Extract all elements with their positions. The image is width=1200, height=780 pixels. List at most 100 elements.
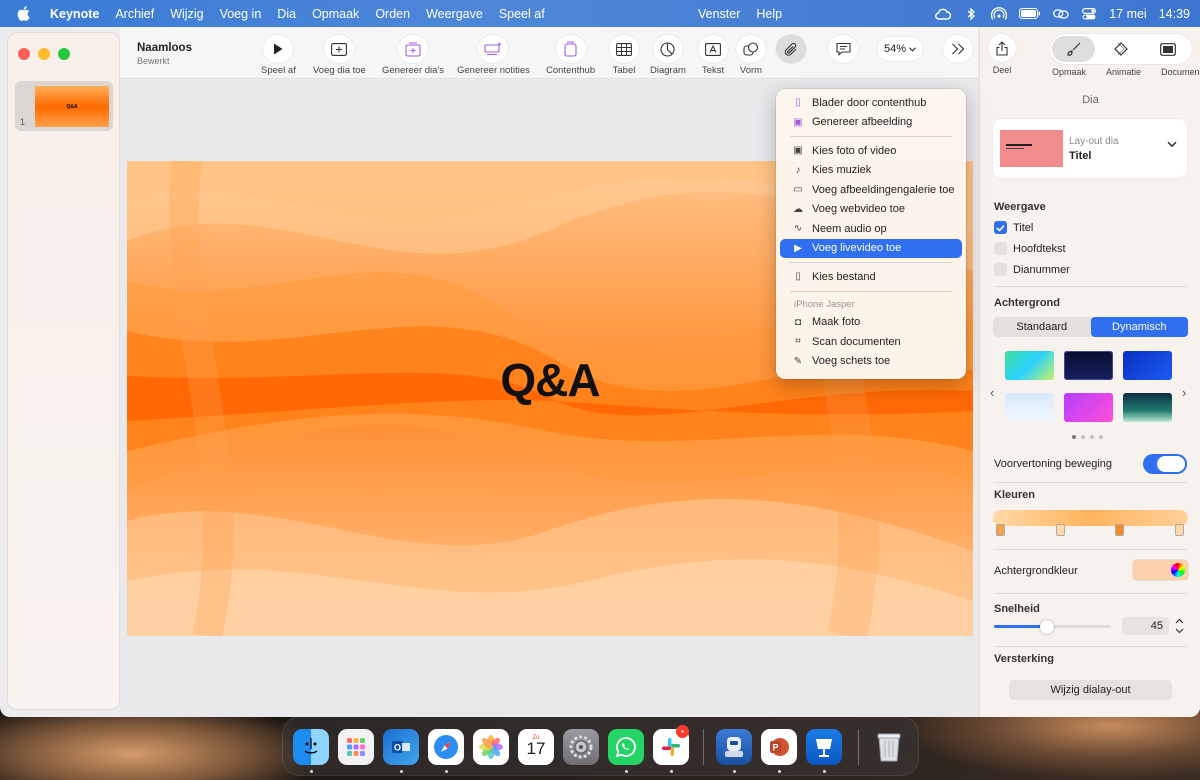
motion-preview-toggle[interactable] xyxy=(1143,454,1187,474)
speed-input[interactable]: 45 xyxy=(1122,617,1169,635)
change-layout-button[interactable]: Wijzig dialay-out xyxy=(1009,680,1172,700)
color-stop-handle[interactable] xyxy=(1056,524,1065,536)
menu-app-name[interactable]: Keynote xyxy=(50,7,99,21)
checkbox-body[interactable]: Hoofdtekst xyxy=(994,242,1066,255)
menu-item-scan-documents[interactable]: ⌗ Scan documenten xyxy=(780,332,962,352)
screen-sharing-icon[interactable] xyxy=(716,729,752,765)
share-button[interactable]: Deel xyxy=(988,34,1016,75)
menu-item-add-live-video[interactable]: ▶ Voeg livevideo toe xyxy=(780,238,962,258)
whatsapp-icon[interactable] xyxy=(608,729,644,765)
menu-item-choose-photo-video[interactable]: ▣ Kies foto of video xyxy=(780,141,962,161)
minimize-window-button[interactable] xyxy=(38,48,50,60)
menu-item-generate-image[interactable]: ▣ Genereer afbeelding xyxy=(780,113,962,133)
chevron-left-icon[interactable]: ‹ xyxy=(990,385,994,400)
shape-button[interactable]: Vorm xyxy=(736,35,766,76)
play-button[interactable]: Speel af xyxy=(261,35,296,76)
zoom-dropdown[interactable]: 54% xyxy=(877,37,923,61)
slide-thumbnail-selected[interactable]: 1 Q&A xyxy=(15,81,113,131)
menu-item-choose-file[interactable]: ▯ Kies bestand xyxy=(780,267,962,287)
photos-icon[interactable] xyxy=(473,729,509,765)
zoom-window-button[interactable] xyxy=(58,48,70,60)
bg-mode-standard[interactable]: Standaard xyxy=(993,317,1091,337)
slide-layout-picker[interactable]: Lay-out dia Titel xyxy=(993,119,1187,178)
more-tools-button[interactable] xyxy=(943,35,973,63)
menu-item-record-audio[interactable]: ∿ Neem audio op xyxy=(780,219,962,239)
calendar-icon[interactable]: Zo 17 xyxy=(518,729,554,765)
system-settings-icon[interactable] xyxy=(563,729,599,765)
menu-item-add-image-gallery[interactable]: ▭ Voeg afbeeldingengalerie toe xyxy=(780,180,962,200)
generate-slides-button[interactable]: Genereer dia's xyxy=(382,35,444,76)
launchpad-icon[interactable] xyxy=(338,729,374,765)
chart-button[interactable]: Diagram xyxy=(650,35,686,76)
text-button[interactable]: Tekst xyxy=(698,35,728,76)
speed-stepper[interactable] xyxy=(1172,615,1186,637)
airdrop-icon[interactable] xyxy=(991,6,1008,21)
menu-archief[interactable]: Archief xyxy=(115,7,154,21)
menu-item-browse-contenthub[interactable]: ▯ Blader door contenthub xyxy=(780,93,962,113)
screen-mirroring-icon[interactable] xyxy=(1053,7,1069,21)
dynamic-bg-swatch[interactable] xyxy=(1123,351,1172,380)
menu-item-add-web-video[interactable]: ☁ Voeg webvideo toe xyxy=(780,200,962,220)
menu-venster[interactable]: Venster xyxy=(698,7,740,21)
slide-thumbnail[interactable]: Q&A xyxy=(35,86,109,127)
menu-opmaak[interactable]: Opmaak xyxy=(312,7,359,21)
menu-item-choose-music[interactable]: ♪ Kies muziek xyxy=(780,161,962,181)
tab-format[interactable] xyxy=(1052,36,1096,62)
menu-voeg-in[interactable]: Voeg in xyxy=(220,7,262,21)
dynamic-bg-swatch[interactable] xyxy=(1005,351,1054,380)
page-dot[interactable] xyxy=(1081,435,1085,439)
generate-notes-button[interactable]: Genereer notities xyxy=(457,35,530,76)
menu-wijzig[interactable]: Wijzig xyxy=(170,7,203,21)
add-slide-button[interactable]: Voeg dia toe xyxy=(313,35,366,76)
page-dot[interactable] xyxy=(1099,435,1103,439)
bg-color-well[interactable] xyxy=(1133,560,1188,580)
battery-icon[interactable] xyxy=(1019,7,1041,21)
safari-icon[interactable] xyxy=(428,729,464,765)
menu-help[interactable]: Help xyxy=(756,7,782,21)
document-title[interactable]: Naamloos xyxy=(137,42,192,54)
trash-icon[interactable] xyxy=(871,729,907,765)
bg-mode-dynamic[interactable]: Dynamisch xyxy=(1090,317,1188,337)
menu-orden[interactable]: Orden xyxy=(375,7,410,21)
menu-item-add-sketch[interactable]: ✎ Voeg schets toe xyxy=(780,352,962,372)
menu-weergave[interactable]: Weergave xyxy=(426,7,483,21)
dynamic-bg-swatch[interactable] xyxy=(1064,351,1113,380)
control-center-icon[interactable] xyxy=(1081,7,1097,21)
menu-item-take-photo[interactable]: ◘ Maak foto xyxy=(780,313,962,333)
menu-dia[interactable]: Dia xyxy=(277,7,296,21)
keynote-icon[interactable] xyxy=(806,729,842,765)
media-button[interactable] xyxy=(776,35,806,63)
page-dot[interactable] xyxy=(1072,435,1076,439)
color-gradient-bar[interactable] xyxy=(993,510,1188,526)
menubar-date[interactable]: 17 mei xyxy=(1109,7,1147,21)
page-dot[interactable] xyxy=(1090,435,1094,439)
checkbox-title[interactable]: Titel xyxy=(994,221,1033,234)
comment-button[interactable] xyxy=(828,35,858,63)
outlook-icon[interactable]: O xyxy=(383,729,419,765)
close-window-button[interactable] xyxy=(18,48,30,60)
apple-icon[interactable] xyxy=(14,5,32,23)
dynamic-bg-swatch[interactable] xyxy=(1064,393,1113,422)
chevron-down-icon[interactable] xyxy=(1175,628,1184,634)
dynamic-bg-swatch[interactable] xyxy=(1005,393,1054,422)
speed-slider-knob[interactable] xyxy=(1039,620,1054,634)
checkbox-slide-number[interactable]: Dianummer xyxy=(994,263,1070,276)
creative-cloud-icon[interactable] xyxy=(935,7,952,21)
table-button[interactable]: Tabel xyxy=(609,35,639,76)
contenthub-button[interactable]: Contenthub xyxy=(546,35,595,76)
speed-slider[interactable] xyxy=(994,620,1111,634)
chevron-up-icon[interactable] xyxy=(1175,618,1184,624)
color-stop-handle[interactable] xyxy=(996,524,1005,536)
chevron-right-icon[interactable]: › xyxy=(1182,385,1186,400)
menubar-time[interactable]: 14:39 xyxy=(1159,7,1190,21)
checkbox-unchecked[interactable] xyxy=(994,263,1007,276)
dynamic-bg-swatch[interactable] xyxy=(1123,393,1172,422)
bluetooth-icon[interactable] xyxy=(963,6,979,21)
color-stop-handle[interactable] xyxy=(1175,524,1184,536)
finder-icon[interactable] xyxy=(293,729,329,765)
checkbox-unchecked[interactable] xyxy=(994,242,1007,255)
checkbox-checked[interactable] xyxy=(994,221,1007,234)
tab-animation[interactable] xyxy=(1099,36,1142,62)
color-stop-handle[interactable] xyxy=(1115,524,1124,536)
color-wheel-icon[interactable] xyxy=(1171,563,1185,577)
